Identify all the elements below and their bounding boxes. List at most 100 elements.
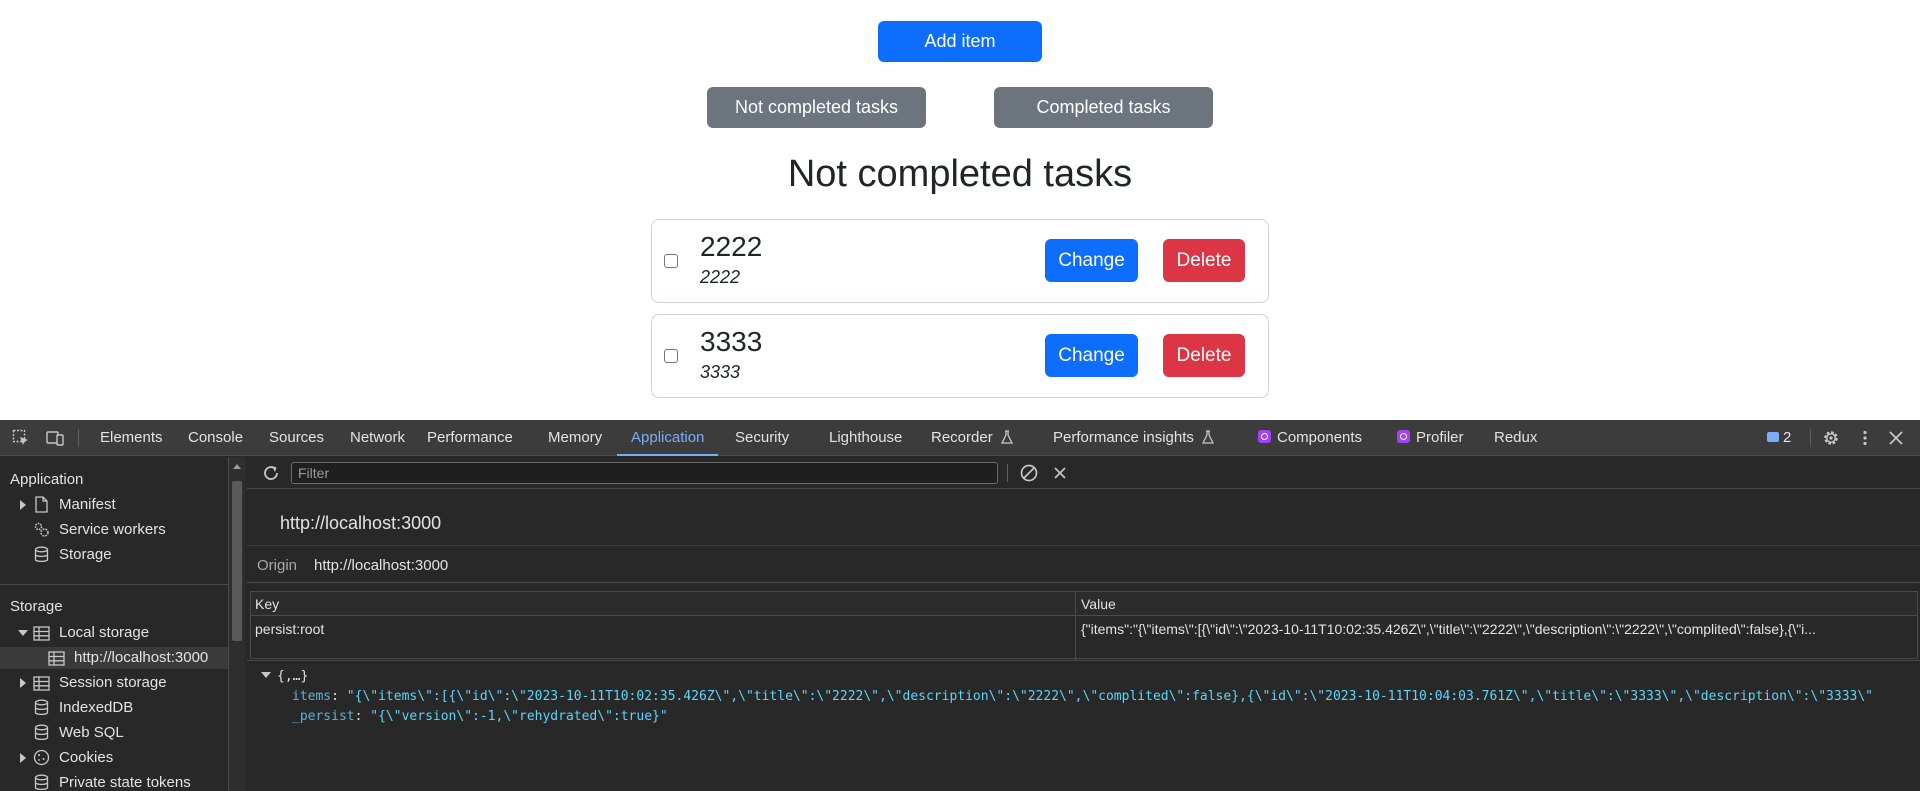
task-description: 3333 bbox=[700, 362, 741, 382]
more-options-icon[interactable] bbox=[1856, 429, 1874, 447]
tab-console[interactable]: Console bbox=[188, 420, 243, 456]
task-card: 2222 2222 Change Delete bbox=[651, 219, 1269, 303]
row-key-cell[interactable]: persist:root bbox=[255, 621, 1070, 637]
sidebar-item-cookies[interactable]: Cookies bbox=[0, 747, 228, 769]
collapse-arrow-icon[interactable] bbox=[18, 630, 28, 636]
issues-badge[interactable]: 2 bbox=[1767, 420, 1791, 456]
sidebar-item-label: IndexedDB bbox=[59, 699, 134, 716]
database-icon bbox=[34, 546, 49, 563]
sidebar-divider bbox=[0, 584, 228, 585]
delete-button[interactable]: Delete bbox=[1163, 334, 1245, 377]
completed-filter-button[interactable]: Completed tasks bbox=[994, 87, 1213, 128]
sidebar-scrollbar[interactable] bbox=[229, 457, 245, 791]
toolbar-divider bbox=[1810, 429, 1811, 447]
expand-arrow-icon[interactable] bbox=[20, 678, 26, 688]
sidebar-item-session-storage[interactable]: Session storage bbox=[0, 672, 228, 694]
key-column-header[interactable]: Key bbox=[255, 596, 279, 612]
add-item-button[interactable]: Add item bbox=[878, 21, 1042, 62]
list-title: Not completed tasks bbox=[787, 153, 1133, 195]
preview-root[interactable]: {,…} bbox=[261, 669, 308, 684]
experiment-flask-icon bbox=[1202, 430, 1215, 444]
tab-sources[interactable]: Sources bbox=[269, 420, 324, 456]
storage-toolbar: Filter bbox=[247, 457, 1920, 489]
tab-application[interactable]: Application bbox=[617, 420, 719, 456]
tab-performance-insights[interactable]: Performance insights bbox=[1053, 420, 1215, 456]
value-preview: {,…} items: "{\"items\":[{\"id\":\"2023-… bbox=[247, 660, 1920, 791]
tab-components-label: Components bbox=[1277, 429, 1363, 446]
sidebar-header-storage: Storage bbox=[10, 598, 63, 615]
tab-recorder[interactable]: Recorder bbox=[931, 420, 1013, 456]
tab-profiler[interactable]: Profiler bbox=[1397, 420, 1464, 456]
table-icon bbox=[33, 626, 50, 641]
origin-row: Origin http://localhost:3000 bbox=[247, 545, 1920, 583]
expand-arrow-icon[interactable] bbox=[20, 500, 26, 510]
task-title: 2222 bbox=[700, 231, 763, 262]
preview-persist-line: _persist: "{\"version\":-1,\"rehydrated\… bbox=[292, 709, 668, 724]
tab-performance[interactable]: Performance bbox=[427, 420, 513, 456]
change-button[interactable]: Change bbox=[1045, 334, 1138, 377]
sidebar-item-localhost-local[interactable]: http://localhost:3000 bbox=[0, 647, 228, 669]
database-icon bbox=[34, 774, 49, 791]
experiment-flask-icon bbox=[1000, 430, 1013, 444]
todo-app: Add item Not completed tasks Completed t… bbox=[0, 0, 1920, 420]
refresh-icon[interactable] bbox=[261, 463, 281, 483]
tab-security[interactable]: Security bbox=[735, 420, 789, 456]
task-checkbox[interactable] bbox=[664, 349, 678, 363]
task-description: 2222 bbox=[700, 267, 741, 287]
preview-key: _persist bbox=[292, 709, 355, 724]
change-button[interactable]: Change bbox=[1045, 239, 1138, 282]
sidebar-item-label: Manifest bbox=[59, 496, 116, 513]
task-title: 3333 bbox=[700, 326, 763, 357]
tab-redux[interactable]: Redux bbox=[1494, 420, 1537, 456]
react-icon bbox=[1397, 430, 1410, 443]
tab-profiler-label: Profiler bbox=[1416, 429, 1464, 446]
inspect-element-icon[interactable] bbox=[12, 429, 30, 447]
tab-components[interactable]: Components bbox=[1258, 420, 1362, 456]
origin-value: http://localhost:3000 bbox=[314, 557, 449, 574]
not-completed-filter-button[interactable]: Not completed tasks bbox=[707, 87, 926, 128]
scroll-thumb[interactable] bbox=[232, 481, 242, 641]
sidebar-item-service-workers[interactable]: Service workers bbox=[0, 519, 228, 541]
tab-lighthouse[interactable]: Lighthouse bbox=[829, 420, 902, 456]
task-card: 3333 3333 Change Delete bbox=[651, 314, 1269, 398]
sidebar-item-indexeddb[interactable]: IndexedDB bbox=[0, 697, 228, 719]
tab-elements[interactable]: Elements bbox=[100, 420, 163, 456]
value-column-header[interactable]: Value bbox=[1081, 596, 1116, 612]
scroll-up-arrow-icon[interactable] bbox=[233, 464, 241, 469]
document-icon bbox=[35, 496, 48, 513]
collapse-arrow-icon[interactable] bbox=[261, 672, 271, 678]
task-checkbox[interactable] bbox=[664, 254, 678, 268]
origin-title: http://localhost:3000 bbox=[280, 513, 442, 533]
sidebar-header-application: Application bbox=[10, 471, 84, 488]
delete-button[interactable]: Delete bbox=[1163, 239, 1245, 282]
tab-memory[interactable]: Memory bbox=[548, 420, 602, 456]
tab-network[interactable]: Network bbox=[350, 420, 405, 456]
settings-gear-icon[interactable] bbox=[1822, 429, 1840, 447]
sidebar-item-manifest[interactable]: Manifest bbox=[0, 494, 228, 516]
sidebar-item-storage[interactable]: Storage bbox=[0, 544, 228, 566]
database-icon bbox=[34, 699, 49, 716]
database-icon bbox=[34, 724, 49, 741]
device-toolbar-icon[interactable] bbox=[46, 429, 64, 447]
origin-label: Origin bbox=[257, 557, 298, 574]
sidebar-item-label: Local storage bbox=[59, 624, 150, 641]
sidebar-item-private-state-tokens[interactable]: Private state tokens bbox=[0, 772, 228, 791]
expand-arrow-icon[interactable] bbox=[20, 753, 26, 763]
close-devtools-icon[interactable] bbox=[1887, 429, 1905, 447]
react-icon bbox=[1258, 430, 1271, 443]
preview-items-line: items: "{\"items\":[{\"id\":\"2023-10-11… bbox=[292, 689, 1873, 704]
table-header: Key Value bbox=[251, 592, 1917, 616]
sidebar-item-web-sql[interactable]: Web SQL bbox=[0, 722, 228, 744]
column-divider bbox=[1075, 592, 1076, 660]
filter-input[interactable]: Filter bbox=[291, 462, 998, 484]
clear-all-icon[interactable] bbox=[1019, 463, 1039, 483]
devtools-tabbar: Elements Console Sources Network Perform… bbox=[0, 420, 1920, 456]
application-sidebar: Application Manifest Service workers Sto… bbox=[0, 457, 229, 791]
sidebar-item-local-storage[interactable]: Local storage bbox=[0, 622, 228, 644]
devtools-panel: Elements Console Sources Network Perform… bbox=[0, 420, 1920, 791]
table-icon bbox=[48, 651, 65, 666]
tab-recorder-label: Recorder bbox=[931, 429, 993, 446]
row-value-cell[interactable]: {"items":"{\"items\":[{\"id\":\"2023-10-… bbox=[1081, 621, 1915, 637]
issues-count: 2 bbox=[1783, 429, 1792, 446]
delete-selected-icon[interactable] bbox=[1052, 465, 1068, 481]
